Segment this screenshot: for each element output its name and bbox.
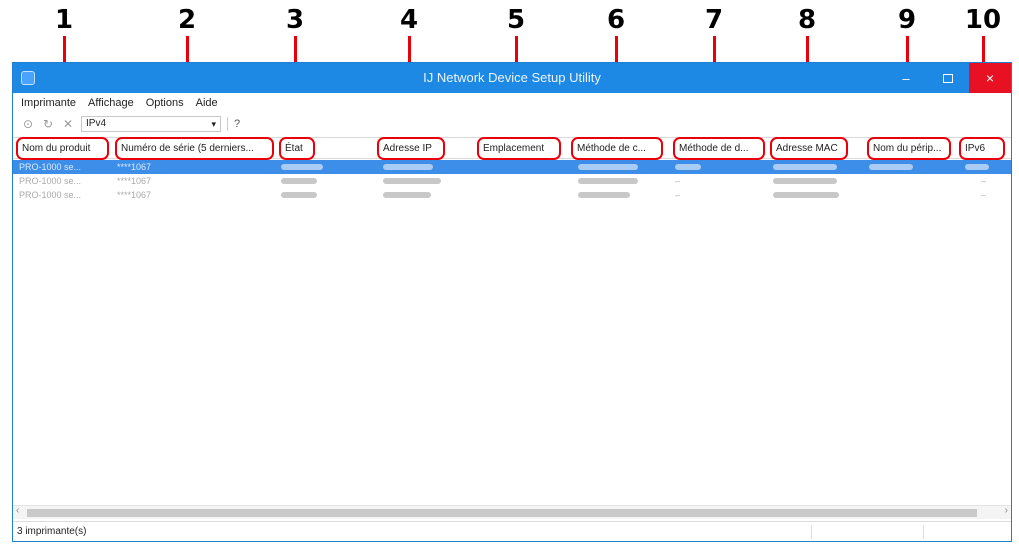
callout-2: 2 [177, 5, 197, 35]
status-divider [923, 525, 924, 539]
row-method-c-redacted [578, 190, 630, 200]
column-label: Méthode de d... [679, 143, 749, 154]
callout-10: 10 [964, 5, 1002, 35]
column-location[interactable]: Emplacement [477, 137, 561, 160]
toolbar: ⊙ ↻ ✕ IPv4 ▾ ? [13, 113, 1011, 135]
row-ipv6-redacted [965, 162, 989, 172]
callout-8: 8 [797, 5, 817, 35]
column-header: Nom du produit Numéro de série (5 dernie… [13, 137, 1011, 160]
close-button[interactable]: × [969, 63, 1011, 93]
column-label: Adresse IP [383, 143, 432, 154]
row-ip-redacted [383, 176, 441, 186]
column-mac-address[interactable]: Adresse MAC [770, 137, 848, 160]
callout-9: 9 [897, 5, 917, 35]
window-title: IJ Network Device Setup Utility [423, 70, 601, 85]
toolbar-separator [227, 117, 228, 131]
row-ipv6: – [981, 190, 987, 200]
column-label: Méthode de c... [577, 143, 646, 154]
row-method-c-redacted [578, 176, 638, 186]
status-divider [811, 525, 812, 539]
table-row[interactable]: PRO-1000 se... ****1067 – – [13, 188, 1011, 202]
scroll-right-icon[interactable]: › [1005, 505, 1008, 516]
menu-affichage[interactable]: Affichage [88, 97, 134, 109]
row-product: PRO-1000 se... [19, 162, 82, 172]
column-state[interactable]: État [279, 137, 315, 160]
horizontal-scrollbar[interactable]: ‹ › [13, 505, 1011, 519]
row-method-d-redacted [675, 162, 701, 172]
row-method-c-redacted [578, 162, 638, 172]
row-state-redacted [281, 162, 323, 172]
column-device-name[interactable]: Nom du périp... [867, 137, 951, 160]
minimize-button[interactable]: – [885, 63, 927, 93]
callout-4: 4 [399, 5, 419, 35]
row-ip-redacted [383, 162, 433, 172]
row-ip-redacted [383, 190, 431, 200]
app-window: IJ Network Device Setup Utility – × Impr… [12, 62, 1012, 542]
help-button[interactable]: ? [234, 118, 240, 130]
column-product-name[interactable]: Nom du produit [16, 137, 109, 160]
column-serial-number[interactable]: Numéro de série (5 derniers... [115, 137, 274, 160]
column-label: Numéro de série (5 derniers... [121, 143, 254, 154]
menu-imprimante[interactable]: Imprimante [21, 97, 76, 109]
callout-7: 7 [704, 5, 724, 35]
column-ip-address[interactable]: Adresse IP [377, 137, 445, 160]
column-label: État [285, 143, 303, 154]
row-mac-redacted [773, 176, 837, 186]
printer-count: 3 imprimante(s) [17, 526, 87, 537]
row-state-redacted [281, 190, 317, 200]
menu-options[interactable]: Options [146, 97, 184, 109]
table-row[interactable]: PRO-1000 se... ****1067 – – [13, 174, 1011, 188]
column-method-d[interactable]: Méthode de d... [673, 137, 765, 160]
row-state-redacted [281, 176, 317, 186]
menu-bar: Imprimante Affichage Options Aide [13, 93, 1011, 113]
row-ipv6: – [981, 176, 987, 186]
row-serial: ****1067 [117, 176, 152, 186]
row-serial: ****1067 [117, 162, 152, 172]
row-mac-redacted [773, 162, 837, 172]
protocol-select[interactable]: IPv4 ▾ [81, 116, 221, 132]
printer-list: PRO-1000 se... ****1067 PRO-1000 se... *… [13, 160, 1011, 202]
row-serial: ****1067 [117, 190, 152, 200]
row-product: PRO-1000 se... [19, 176, 82, 186]
row-product: PRO-1000 se... [19, 190, 82, 200]
column-label: Adresse MAC [776, 143, 838, 154]
menu-aide[interactable]: Aide [196, 97, 218, 109]
maximize-icon [943, 73, 953, 83]
status-bar: 3 imprimante(s) [13, 521, 1011, 541]
callout-6: 6 [606, 5, 626, 35]
refresh-icon[interactable]: ↻ [41, 117, 55, 131]
column-label: Emplacement [483, 143, 545, 154]
minimize-icon: – [902, 70, 910, 86]
row-method-d: – [675, 190, 681, 200]
maximize-button[interactable] [927, 63, 969, 93]
row-device-redacted [869, 162, 913, 172]
callout-5: 5 [506, 5, 526, 35]
row-mac-redacted [773, 190, 839, 200]
close-icon: × [985, 70, 995, 86]
callout-3: 3 [285, 5, 305, 35]
scroll-left-icon[interactable]: ‹ [16, 505, 19, 516]
row-method-d: – [675, 176, 681, 186]
callout-1: 1 [54, 5, 74, 35]
title-bar[interactable]: IJ Network Device Setup Utility – × [13, 63, 1011, 93]
column-ipv6[interactable]: IPv6 [959, 137, 1005, 160]
chevron-down-icon: ▾ [211, 119, 216, 129]
table-row[interactable]: PRO-1000 se... ****1067 [13, 160, 1011, 174]
protocol-select-value: IPv4 [86, 118, 107, 129]
column-label: IPv6 [965, 143, 986, 154]
column-label: Nom du périp... [873, 143, 942, 154]
cancel-icon[interactable]: ✕ [61, 117, 75, 131]
column-method-c[interactable]: Méthode de c... [571, 137, 663, 160]
column-label: Nom du produit [22, 143, 91, 154]
search-icon[interactable]: ⊙ [21, 117, 35, 131]
scrollbar-thumb[interactable] [27, 509, 977, 517]
